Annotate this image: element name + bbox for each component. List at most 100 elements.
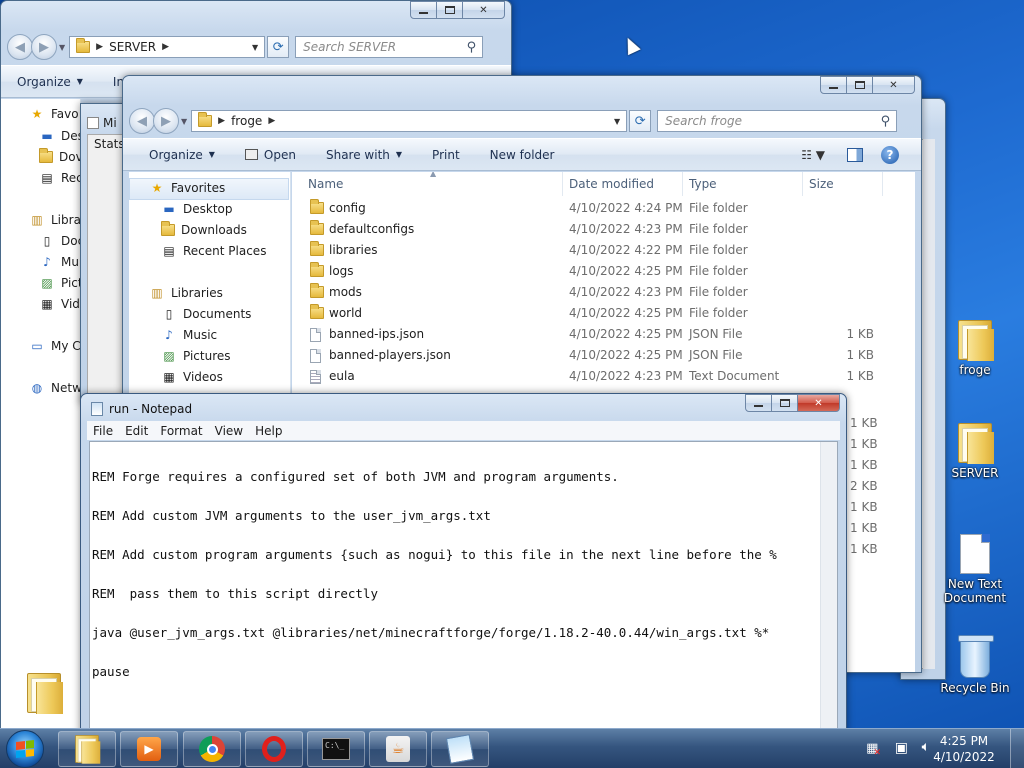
desktop-icon-froge[interactable]: froge: [938, 320, 1012, 377]
column-type-header[interactable]: Type: [689, 177, 717, 191]
server-organize-button[interactable]: Organize ▼: [17, 75, 83, 89]
nav-documents[interactable]: ▯ Documents: [161, 307, 252, 321]
search-icon[interactable]: ⚲: [881, 114, 891, 129]
nav-downloads[interactable]: Downloads: [161, 221, 247, 237]
froge-minimize-button[interactable]: [820, 76, 847, 94]
stats-tab[interactable]: Stats: [94, 137, 125, 151]
address-dropdown-icon[interactable]: ▼: [246, 43, 264, 52]
menu-help[interactable]: Help: [255, 424, 282, 438]
taskbar-opera[interactable]: [245, 731, 303, 767]
file-row[interactable]: logs 4/10/2022 4:25 PM File folder: [292, 261, 915, 282]
network-tray-icon[interactable]: ▣: [895, 740, 908, 756]
notepad-vertical-scrollbar[interactable]: [820, 442, 837, 736]
server-nav-downloads[interactable]: Dov: [39, 148, 80, 164]
froge-path-text[interactable]: froge: [231, 114, 262, 128]
breadcrumb-arrow-icon[interactable]: ▶: [162, 42, 169, 52]
search-icon[interactable]: ⚲: [467, 40, 477, 55]
column-date-header[interactable]: Date modified: [569, 177, 654, 191]
froge-refresh-button[interactable]: ⟳: [629, 110, 652, 132]
server-nav-favorites[interactable]: ★ Favo: [29, 107, 79, 121]
taskbar-notepad[interactable]: [431, 731, 489, 767]
server-path-text[interactable]: SERVER: [109, 40, 156, 54]
menu-view[interactable]: View: [215, 424, 243, 438]
froge-organize-button[interactable]: Organize ▼: [149, 148, 215, 162]
start-button[interactable]: [6, 730, 44, 768]
server-nav-computer[interactable]: ▭ My C: [29, 339, 80, 353]
server-nav-recent[interactable]: ▤ Rec: [39, 171, 80, 185]
froge-recent-dropdown[interactable]: ▼: [181, 117, 187, 126]
desktop-icon-label: froge: [959, 363, 991, 377]
breadcrumb-arrow-icon[interactable]: ▶: [268, 116, 275, 126]
server-forward-button[interactable]: ▶: [31, 34, 57, 60]
volume-icon[interactable]: 🔈︎: [922, 739, 930, 755]
menu-format[interactable]: Format: [160, 424, 202, 438]
notepad-maximize-button[interactable]: [771, 394, 798, 412]
server-nav-libraries[interactable]: ▥ Libra: [29, 213, 80, 227]
view-options-icon[interactable]: ☷ ▼: [801, 148, 825, 162]
nav-recent-places[interactable]: ▤ Recent Places: [161, 244, 266, 258]
file-row[interactable]: banned-players.json 4/10/2022 4:25 PM JSON…: [292, 345, 915, 366]
server-close-button[interactable]: ✕: [462, 1, 505, 19]
taskbar-chrome[interactable]: [183, 731, 241, 767]
froge-back-button[interactable]: ◀: [129, 108, 155, 134]
file-row[interactable]: world 4/10/2022 4:25 PM File folder: [292, 303, 915, 324]
froge-forward-button[interactable]: ▶: [153, 108, 179, 134]
network-error-icon[interactable]: ▦✕: [866, 741, 886, 758]
froge-share-button[interactable]: Share with ▼: [326, 148, 402, 162]
column-name-header[interactable]: Name: [308, 177, 343, 191]
file-row[interactable]: banned-ips.json 4/10/2022 4:25 PM JSON Fil…: [292, 324, 915, 345]
menu-file[interactable]: File: [93, 424, 113, 438]
preview-pane-icon[interactable]: [847, 148, 863, 162]
taskbar-command-prompt[interactable]: C:\_: [307, 731, 365, 767]
nav-libraries[interactable]: ▥ Libraries: [149, 286, 223, 300]
address-dropdown-icon[interactable]: ▼: [608, 117, 626, 126]
server-nav-pictures[interactable]: ▨ Pict: [39, 276, 80, 290]
show-desktop-button[interactable]: [1010, 729, 1024, 768]
nav-favorites[interactable]: ★ Favorites: [149, 181, 226, 195]
desktop-icon-new-text-document[interactable]: New Text Document: [938, 534, 1012, 605]
file-row[interactable]: eula 4/10/2022 4:23 PM Text Document 1 KB: [292, 366, 915, 387]
server-nav-desktop[interactable]: ▬ Des: [39, 129, 80, 143]
froge-open-button[interactable]: Open: [244, 148, 296, 162]
server-back-button[interactable]: ◀: [7, 34, 33, 60]
froge-maximize-button[interactable]: [846, 76, 873, 94]
notepad-text-area[interactable]: REM Forge requires a configured set of b…: [89, 441, 838, 737]
server-recent-dropdown[interactable]: ▼: [59, 43, 65, 52]
desktop-icon-recycle-bin[interactable]: Recycle Bin: [938, 635, 1012, 695]
desktop-icon-server[interactable]: SERVER: [938, 423, 1012, 480]
server-search-input[interactable]: Search SERVER ⚲: [295, 36, 484, 58]
help-icon[interactable]: ?: [881, 146, 899, 164]
server-address-bar[interactable]: ▶ SERVER ▶ ▼: [69, 36, 266, 58]
notepad-minimize-button[interactable]: [745, 394, 772, 412]
taskbar-media-player[interactable]: ▶: [120, 731, 178, 767]
nav-music[interactable]: ♪ Music: [161, 328, 217, 342]
nav-desktop[interactable]: ▬ Desktop: [161, 202, 232, 216]
column-size-header[interactable]: Size: [809, 177, 834, 191]
breadcrumb-arrow-icon[interactable]: ▶: [218, 116, 225, 126]
taskbar-explorer[interactable]: [58, 731, 116, 767]
server-refresh-button[interactable]: ⟳: [267, 36, 290, 58]
breadcrumb-arrow-icon[interactable]: ▶: [96, 42, 103, 52]
froge-close-button[interactable]: ✕: [872, 76, 915, 94]
froge-print-button[interactable]: Print: [432, 148, 460, 162]
nav-pictures[interactable]: ▨ Pictures: [161, 349, 230, 363]
taskbar-java[interactable]: ☕: [369, 731, 427, 767]
server-nav-music[interactable]: ♪ Mu: [39, 255, 79, 269]
notepad-close-button[interactable]: ✕: [797, 394, 840, 412]
froge-new-folder-button[interactable]: New folder: [490, 148, 555, 162]
server-nav-network[interactable]: ◍ Netw: [29, 381, 80, 395]
file-row[interactable]: libraries 4/10/2022 4:22 PM File folder: [292, 240, 915, 261]
server-maximize-button[interactable]: [436, 1, 463, 19]
notepad-window[interactable]: run - Notepad ✕ File Edit Format View He…: [80, 393, 847, 738]
clock[interactable]: 4:25 PM 4/10/2022: [932, 733, 996, 765]
froge-search-input[interactable]: Search froge ⚲: [657, 110, 898, 132]
file-row[interactable]: mods 4/10/2022 4:23 PM File folder: [292, 282, 915, 303]
menu-edit[interactable]: Edit: [125, 424, 148, 438]
server-nav-documents[interactable]: ▯ Doc: [39, 234, 80, 248]
nav-videos[interactable]: ▦ Videos: [161, 370, 223, 384]
server-minimize-button[interactable]: [410, 1, 437, 19]
file-row[interactable]: defaultconfigs 4/10/2022 4:23 PM File fold…: [292, 219, 915, 240]
file-row[interactable]: config 4/10/2022 4:24 PM File folder: [292, 198, 915, 219]
froge-address-bar[interactable]: ▶ froge ▶ ▼: [191, 110, 628, 132]
server-nav-videos[interactable]: ▦ Vid: [39, 297, 80, 311]
